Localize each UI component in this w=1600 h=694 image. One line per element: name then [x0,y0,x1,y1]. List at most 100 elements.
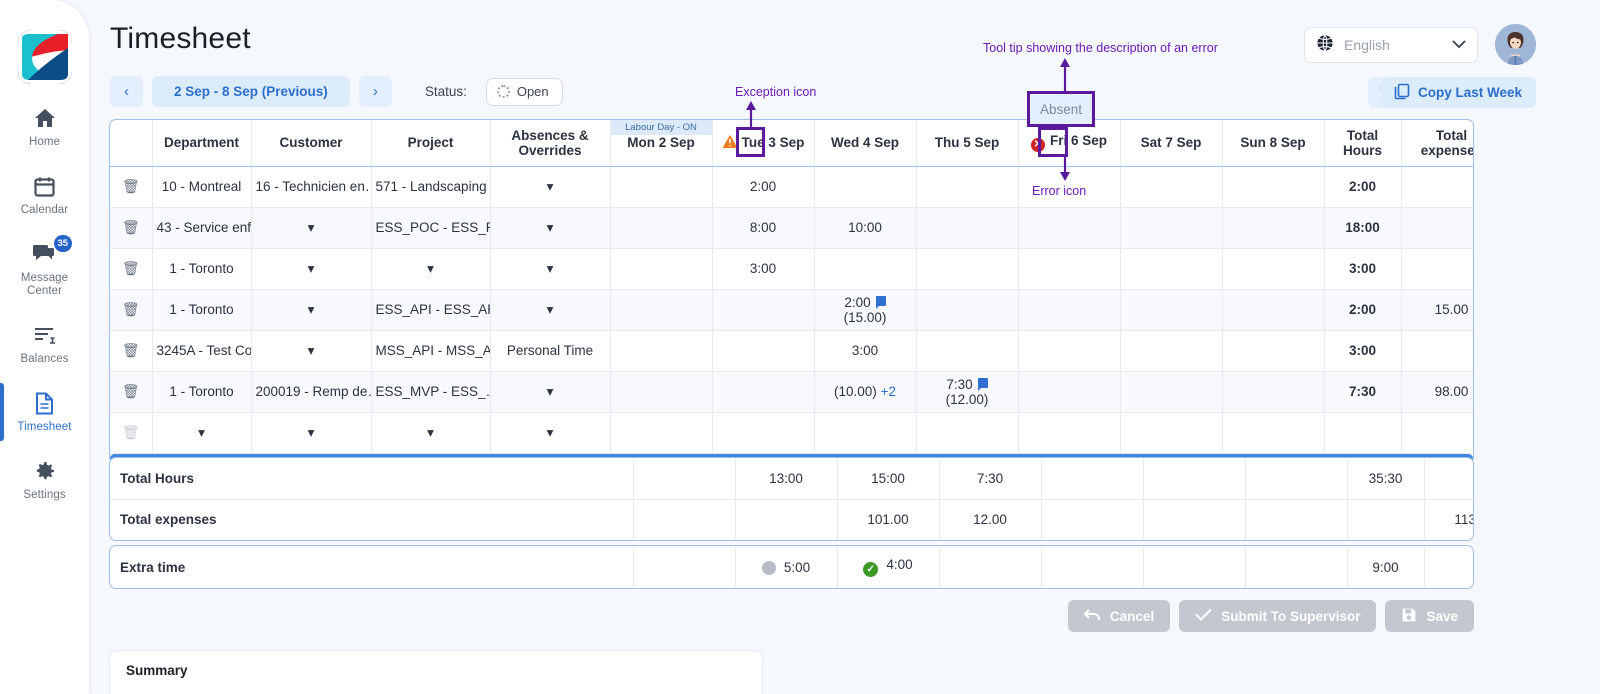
delete-row-button[interactable]: 🗑 [110,371,153,413]
cell-wed[interactable]: 3:00 [814,330,917,372]
cell-wed[interactable]: 10:00 [814,207,917,249]
cell-customer[interactable]: ▾ [251,330,372,372]
cell-department[interactable]: ▾ [152,412,252,454]
sidebar-item-timesheet[interactable]: Timesheet [0,381,89,443]
trash-icon[interactable]: 🗑 [122,342,140,359]
cell-project[interactable]: ESS_POC - ESS_P… [371,207,491,249]
cell-tue[interactable] [712,412,815,454]
cancel-button[interactable]: Cancel [1067,600,1171,632]
cell-fri[interactable] [1018,207,1121,249]
cell-sun[interactable] [1222,207,1325,249]
cell-department[interactable]: 1 - Toronto [152,289,252,331]
cell-department[interactable]: 1 - Toronto [152,371,252,413]
cell-customer[interactable]: 200019 - Remp de… [251,371,372,413]
extra-time-wed[interactable]: ✓ 4:00 [837,546,940,588]
cell-fri[interactable] [1018,289,1121,331]
cell-tue[interactable]: 3:00 [712,248,815,290]
avatar[interactable] [1495,24,1536,65]
cell-customer[interactable]: ▾ [251,289,372,331]
trash-icon[interactable]: 🗑 [122,260,140,277]
extra-time-tue[interactable]: 5:00 [735,546,838,588]
cell-project[interactable]: ESS_MVP - ESS_… [371,371,491,413]
delete-row-button[interactable]: 🗑 [110,248,153,290]
cell-thu[interactable]: 7:30 (12.00) [916,371,1019,413]
cell-absences[interactable]: ▾ [490,166,611,208]
cell-absences[interactable]: ▾ [490,371,611,413]
cell-department[interactable]: 10 - Montreal [152,166,252,208]
cell-sun[interactable] [1222,371,1325,413]
cell-wed[interactable]: 2:00 (15.00) [814,289,917,331]
company-logo[interactable] [18,30,72,84]
week-range-button[interactable]: 2 Sep - 8 Sep (Previous) [152,76,350,107]
delete-row-button[interactable]: 🗑 [110,289,153,331]
cell-project[interactable]: MSS_API - MSS_A… [371,330,491,372]
cell-mon[interactable] [609,330,713,372]
cell-fri[interactable] [1018,412,1121,454]
cell-absences[interactable]: ▾ [490,207,611,249]
sidebar-item-message-center[interactable]: 35 Message Center [0,232,89,307]
next-week-button[interactable]: › [358,76,392,107]
cell-sat[interactable] [1120,166,1223,208]
cell-tue[interactable] [712,330,815,372]
copy-last-week-button[interactable]: Copy Last Week [1379,77,1536,108]
cell-tue[interactable]: 2:00 [712,166,815,208]
cell-project[interactable]: ▾ [371,248,491,290]
previous-week-button[interactable]: ‹ [110,76,143,107]
cell-wed[interactable] [814,166,917,208]
cell-department[interactable]: 3245A - Test Com… [152,330,252,372]
delete-row-button[interactable]: 🗑 [110,207,153,249]
extra-time-fri[interactable] [1041,546,1144,588]
cell-sat[interactable] [1120,330,1223,372]
extra-time-mon[interactable] [632,546,736,588]
cell-department[interactable]: 1 - Toronto [152,248,252,290]
more-entries-link[interactable]: +2 [881,384,896,399]
submit-to-supervisor-button[interactable]: Submit To Supervisor [1179,600,1377,632]
cell-sun[interactable] [1222,330,1325,372]
cell-sat[interactable] [1120,248,1223,290]
cell-thu[interactable] [916,248,1019,290]
trash-icon[interactable]: 🗑 [122,178,140,195]
cell-customer[interactable]: ▾ [251,248,372,290]
sidebar-item-calendar[interactable]: Calendar [0,164,89,226]
cell-sat[interactable] [1120,412,1223,454]
cell-fri[interactable] [1018,371,1121,413]
cell-sun[interactable] [1222,289,1325,331]
cell-sun[interactable] [1222,412,1325,454]
cell-thu[interactable] [916,412,1019,454]
sidebar-item-balances[interactable]: Balances [0,313,89,375]
trash-icon[interactable]: 🗑 [122,301,140,318]
cell-customer[interactable]: 16 - Technicien en… [251,166,372,208]
cell-sat[interactable] [1120,207,1223,249]
cell-tue[interactable] [712,371,815,413]
cell-fri[interactable] [1018,248,1121,290]
delete-row-button[interactable]: 🗑 [110,166,153,208]
cell-customer[interactable]: ▾ [251,207,372,249]
cell-department[interactable]: 43 - Service enfant [152,207,252,249]
language-select[interactable]: English [1304,27,1478,63]
cell-thu[interactable] [916,166,1019,208]
cell-customer[interactable]: ▾ [251,412,372,454]
cell-mon[interactable] [609,412,713,454]
cell-sat[interactable] [1120,289,1223,331]
comment-flag-icon[interactable] [977,377,988,391]
trash-icon[interactable]: 🗑 [122,383,140,400]
cell-absences[interactable]: ▾ [490,248,611,290]
extra-time-sat[interactable] [1143,546,1246,588]
sidebar-item-settings[interactable]: Settings [0,449,89,511]
save-button[interactable]: Save [1385,600,1474,632]
cell-mon[interactable] [609,371,713,413]
trash-icon[interactable]: 🗑 [122,219,140,236]
cell-wed[interactable] [814,412,917,454]
cell-mon[interactable] [609,166,713,208]
cell-mon[interactable] [609,289,713,331]
cell-project[interactable]: 571 - Landscaping [371,166,491,208]
extra-time-thu[interactable] [939,546,1042,588]
cell-sun[interactable] [1222,166,1325,208]
cell-absences[interactable]: Personal Time [490,330,611,372]
cell-sun[interactable] [1222,248,1325,290]
cell-absences[interactable]: ▾ [490,412,611,454]
cell-fri[interactable] [1018,330,1121,372]
cell-project[interactable]: ▾ [371,412,491,454]
cell-absences[interactable]: ▾ [490,289,611,331]
cell-tue[interactable] [712,289,815,331]
